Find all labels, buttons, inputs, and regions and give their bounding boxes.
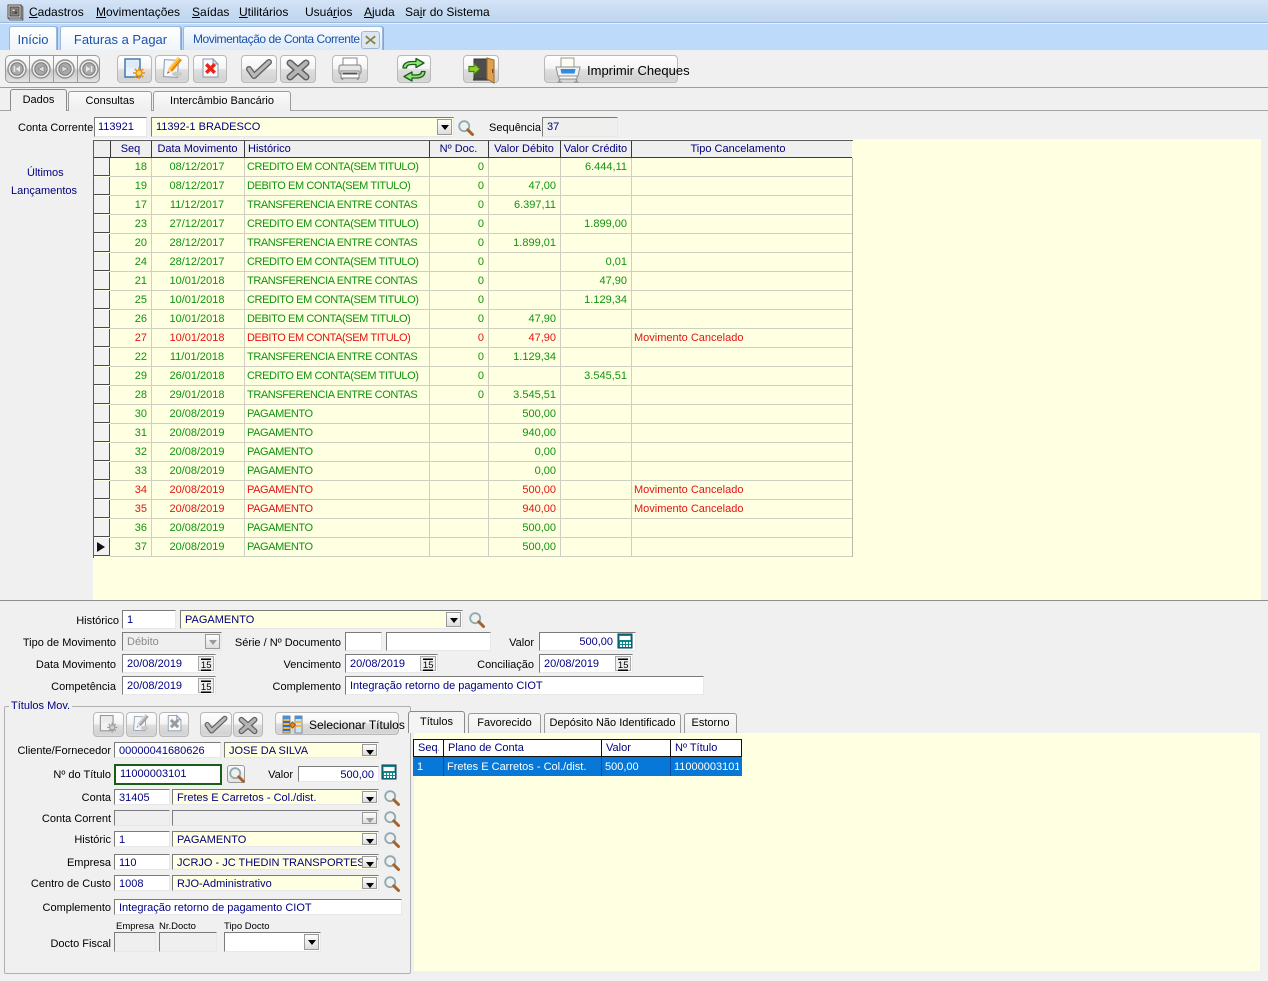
- svg-text:15: 15: [618, 660, 629, 671]
